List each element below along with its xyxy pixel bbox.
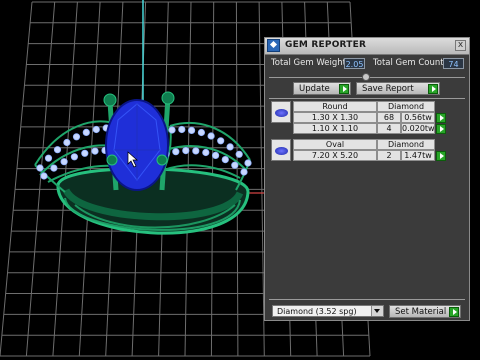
gem-count-cell: 2 bbox=[377, 150, 401, 161]
gem-size-cell: 1.30 X 1.30 bbox=[293, 112, 377, 123]
melee-diamond bbox=[70, 153, 79, 161]
melee-diamond bbox=[217, 137, 225, 145]
gem-count-cell: 4 bbox=[377, 123, 401, 134]
melee-diamond bbox=[53, 146, 62, 154]
gem-weight-cell: 1.47tw bbox=[401, 150, 435, 161]
melee-diamond bbox=[44, 154, 53, 162]
panel-divider bbox=[269, 98, 465, 99]
melee-diamond bbox=[244, 159, 252, 167]
melee-diamond bbox=[226, 143, 234, 151]
gem-count-cell: 68 bbox=[377, 112, 401, 123]
gem-reporter-panel: GEM REPORTER x Total Gem Weight 2.05 Tot… bbox=[264, 37, 470, 321]
melee-diamond bbox=[92, 125, 100, 134]
grid-line bbox=[0, 1, 33, 357]
set-material-button[interactable]: Set Material bbox=[389, 305, 461, 318]
update-button[interactable]: Update bbox=[293, 82, 351, 95]
update-go-icon bbox=[339, 84, 349, 94]
gem-size-cell: 7.20 X 5.20 bbox=[293, 150, 377, 161]
melee-diamond bbox=[40, 172, 48, 180]
panel-divider bbox=[269, 299, 465, 300]
gem-reporter-logo-icon bbox=[267, 39, 280, 52]
melee-diamond bbox=[63, 138, 71, 147]
melee-diamond bbox=[72, 133, 81, 141]
gem-material-cell: Diamond bbox=[377, 139, 435, 150]
melee-diamond bbox=[182, 147, 190, 155]
total-gem-count-value: 74 bbox=[443, 58, 464, 69]
melee-diamond bbox=[168, 126, 176, 134]
total-gem-weight-value: 2.05 bbox=[344, 58, 365, 69]
save-report-button-label: Save Report bbox=[362, 84, 414, 94]
update-button-label: Update bbox=[299, 84, 330, 94]
save-report-go-icon bbox=[428, 84, 438, 94]
gem-size-cell: 1.10 X 1.10 bbox=[293, 123, 377, 134]
melee-diamond bbox=[188, 126, 196, 134]
melee-diamond bbox=[212, 151, 220, 159]
oval-gem-thumbnail[interactable] bbox=[271, 139, 291, 161]
melee-diamond bbox=[36, 164, 44, 172]
round-gem-thumbnail[interactable] bbox=[271, 101, 291, 123]
total-gem-weight-label: Total Gem Weight bbox=[271, 58, 346, 68]
gem-shape-cell: Round bbox=[293, 101, 377, 112]
gem-shape-cell: Oval bbox=[293, 139, 377, 150]
grid-line bbox=[235, 1, 239, 357]
melee-diamond bbox=[192, 147, 200, 155]
melee-diamond bbox=[231, 161, 239, 169]
save-report-button[interactable]: Save Report bbox=[356, 82, 440, 95]
melee-diamond bbox=[202, 148, 210, 157]
melee-diamond bbox=[197, 128, 205, 137]
center-setting bbox=[103, 91, 175, 191]
melee-diamond bbox=[91, 147, 99, 155]
set-material-button-label: Set Material bbox=[395, 307, 447, 317]
melee-diamond bbox=[50, 164, 58, 172]
gem-weight-cell: 0.56tw bbox=[401, 112, 435, 123]
melee-diamond bbox=[207, 132, 215, 140]
total-gem-count-label: Total Gem Count bbox=[373, 58, 444, 68]
melee-diamond bbox=[172, 148, 180, 156]
gem-weight-cell: 0.020tw bbox=[401, 123, 435, 134]
panel-titlebar[interactable]: GEM REPORTER x bbox=[265, 38, 469, 55]
gem-material-cell: Diamond bbox=[377, 101, 435, 112]
melee-diamond bbox=[221, 156, 229, 164]
melee-diamond bbox=[81, 149, 89, 157]
select-gem-go-button[interactable] bbox=[436, 124, 446, 134]
panel-divider-handle[interactable] bbox=[362, 73, 370, 81]
select-gem-go-button[interactable] bbox=[436, 151, 446, 161]
material-select[interactable]: Diamond (3.52 spg) bbox=[272, 305, 384, 317]
melee-diamond bbox=[178, 125, 186, 134]
melee-diamond bbox=[235, 150, 243, 158]
select-gem-go-button[interactable] bbox=[436, 113, 446, 123]
melee-diamond bbox=[240, 168, 248, 176]
chevron-down-icon[interactable] bbox=[371, 306, 383, 316]
material-select-value: Diamond (3.52 spg) bbox=[277, 307, 357, 316]
set-material-go-icon bbox=[449, 307, 459, 317]
panel-title: GEM REPORTER bbox=[285, 40, 367, 50]
close-button[interactable]: x bbox=[455, 40, 466, 51]
melee-diamond bbox=[82, 128, 90, 136]
melee-diamond bbox=[60, 158, 68, 166]
